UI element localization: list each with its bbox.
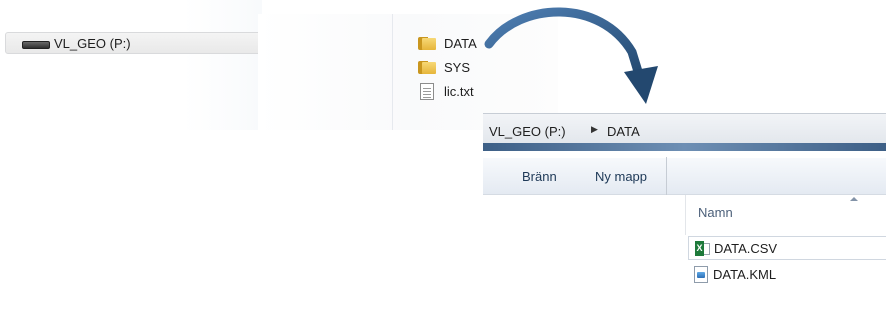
curved-arrow-icon	[484, 7, 658, 104]
